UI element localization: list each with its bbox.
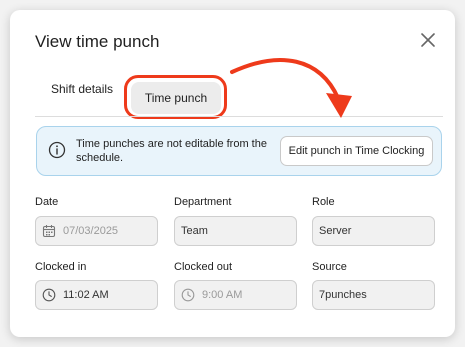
source-value: 7punches [319,289,367,301]
clocked-out-label: Clocked out [174,261,233,273]
modal-title: View time punch [35,32,160,51]
source-label: Source [312,261,347,273]
edit-punch-button[interactable]: Edit punch in Time Clocking [280,136,433,166]
role-value: Server [319,225,352,237]
date-label: Date [35,196,59,208]
clocked-out-field: 9:00 AM [174,280,297,310]
tab-shift-details[interactable]: Shift details [51,80,113,98]
tab-highlight-annotation [124,75,227,119]
clock-icon [181,288,195,302]
date-field: 07/03/2025 [35,216,158,246]
role-field: Server [312,216,435,246]
close-icon[interactable] [416,28,440,52]
department-label: Department [174,196,232,208]
department-value: Team [181,225,208,237]
clock-icon [42,288,56,302]
clocked-in-label: Clocked in [35,261,87,273]
info-icon [48,141,66,159]
info-banner: Time punches are not editable from the s… [36,126,442,176]
role-label: Role [312,196,335,208]
clocked-in-field: 11:02 AM [35,280,158,310]
department-field: Team [174,216,297,246]
source-field: 7punches [312,280,435,310]
clocked-in-value: 11:02 AM [63,289,109,301]
banner-text: Time punches are not editable from the s… [76,138,267,164]
clocked-out-value: 9:00 AM [202,289,243,301]
tab-divider [35,116,443,117]
date-value: 07/03/2025 [63,225,119,237]
calendar-icon [42,225,56,238]
time-punch-modal: View time punch Shift details Time punch… [10,10,455,337]
